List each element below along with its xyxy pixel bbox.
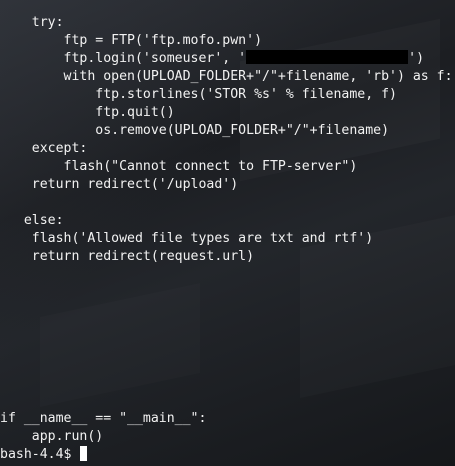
code-line-except: except:	[0, 141, 88, 156]
wallpaper-shape	[40, 283, 200, 407]
code-line-app-run: app.run()	[0, 429, 104, 444]
code-line-try: try:	[0, 15, 64, 30]
code-line-os-remove: os.remove(UPLOAD_FOLDER+"/"+filename)	[0, 123, 390, 138]
terminal-window[interactable]: try: ftp = FTP('ftp.mofo.pwn') ftp.login…	[0, 0, 455, 466]
code-line-flash-error: flash("Cannot connect to FTP-server")	[0, 159, 358, 174]
code-line-with-open: with open(UPLOAD_FOLDER+"/"+filename, 'r…	[0, 69, 453, 84]
code-line-ftp-quit: ftp.quit()	[0, 105, 175, 120]
code-line-ftp-connect: ftp = FTP('ftp.mofo.pwn')	[0, 33, 263, 48]
text-cursor	[80, 446, 88, 461]
code-line-main-guard: if __name__ == "__main__":	[0, 411, 207, 426]
code-line-return-upload: return redirect('/upload')	[0, 177, 239, 192]
shell-prompt: bash-4.4$	[0, 447, 80, 462]
code-line-return-request: return redirect(request.url)	[0, 249, 255, 264]
shell-prompt-line[interactable]: bash-4.4$	[0, 446, 88, 464]
code-line-storlines: ftp.storlines('STOR %s' % filename, f)	[0, 87, 397, 102]
redacted-password-block	[246, 50, 409, 64]
code-line-ftp-login-start: ftp.login('someuser', '	[0, 51, 247, 66]
code-line-else: else:	[0, 213, 64, 228]
code-line-ftp-login: ftp.login('someuser', ' ')	[0, 50, 424, 68]
code-line-flash-allowed: flash('Allowed file types are txt and rt…	[0, 231, 374, 246]
code-line-ftp-login-end: ')	[408, 51, 425, 66]
